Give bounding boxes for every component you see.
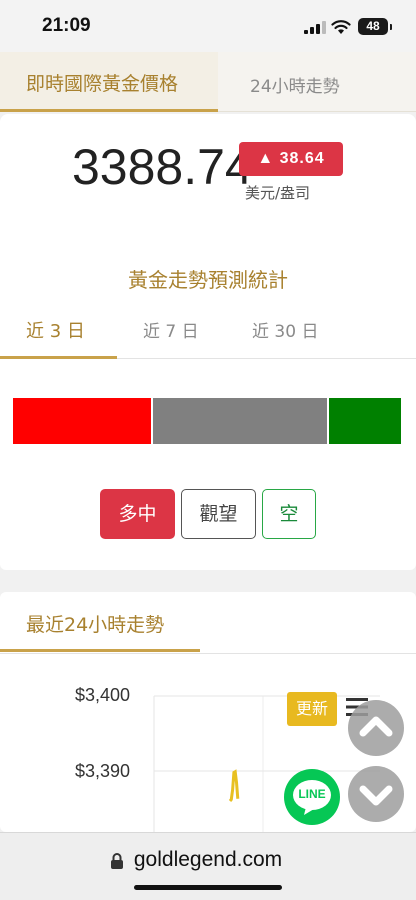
wifi-icon	[331, 20, 351, 34]
tab-3-days[interactable]: 近 3 日	[26, 317, 85, 343]
short-button[interactable]: 空	[262, 489, 316, 539]
tab-7-days[interactable]: 近 7 日	[143, 317, 199, 342]
scroll-down-button[interactable]	[348, 766, 404, 822]
chevron-down-icon	[359, 785, 393, 806]
tab-30-days[interactable]: 近 30 日	[252, 317, 318, 342]
price-card: 即時國際黃金價格 24小時走勢 3388.74	[0, 52, 416, 278]
tab-live-price[interactable]: 即時國際黃金價格	[0, 52, 218, 112]
price-tabs: 即時國際黃金價格 24小時走勢	[0, 52, 416, 112]
forecast-segment-3	[329, 398, 401, 444]
clock: 21:09	[42, 15, 91, 36]
line-chat-button[interactable]: LINE	[284, 769, 340, 825]
trend-title-underline	[0, 649, 200, 652]
battery-level: 48	[366, 19, 380, 33]
tab-live-price-label: 即時國際黃金價格	[26, 73, 179, 95]
status-bar: 21:09 48	[0, 0, 416, 52]
active-tab-indicator	[0, 356, 117, 359]
chart-series-line	[228, 769, 240, 802]
forecast-segment-1	[13, 398, 151, 444]
browser-address-bar[interactable]: goldlegend.com	[0, 832, 416, 900]
url-text: goldlegend.com	[133, 848, 283, 871]
tab-24h-trend[interactable]: 24小時走勢	[250, 72, 340, 97]
chevron-up-icon	[359, 716, 393, 737]
forecast-segment-2	[153, 398, 327, 444]
forecast-tabs: 近 3 日 近 7 日 近 30 日	[0, 305, 416, 359]
forecast-card: 黃金走勢預測統計 近 3 日 近 7 日 近 30 日 多中 觀望 空	[0, 250, 416, 570]
trend-header: 最近24小時走勢	[0, 592, 416, 654]
update-button[interactable]: 更新	[287, 692, 337, 726]
battery-icon: 48	[358, 18, 392, 35]
watch-button[interactable]: 觀望	[181, 489, 256, 539]
price-unit: 美元/盎司	[245, 184, 311, 202]
gold-price: 3388.74	[72, 139, 253, 195]
long-button[interactable]: 多中	[100, 489, 175, 539]
line-label: LINE	[298, 787, 326, 801]
trend-title: 最近24小時走勢	[26, 614, 165, 636]
home-indicator	[134, 885, 282, 890]
cellular-signal-icon	[304, 21, 326, 34]
forecast-title: 黃金走勢預測統計	[128, 268, 288, 292]
price-change-badge: ▲ 38.64	[239, 142, 343, 176]
scroll-up-button[interactable]	[348, 700, 404, 756]
